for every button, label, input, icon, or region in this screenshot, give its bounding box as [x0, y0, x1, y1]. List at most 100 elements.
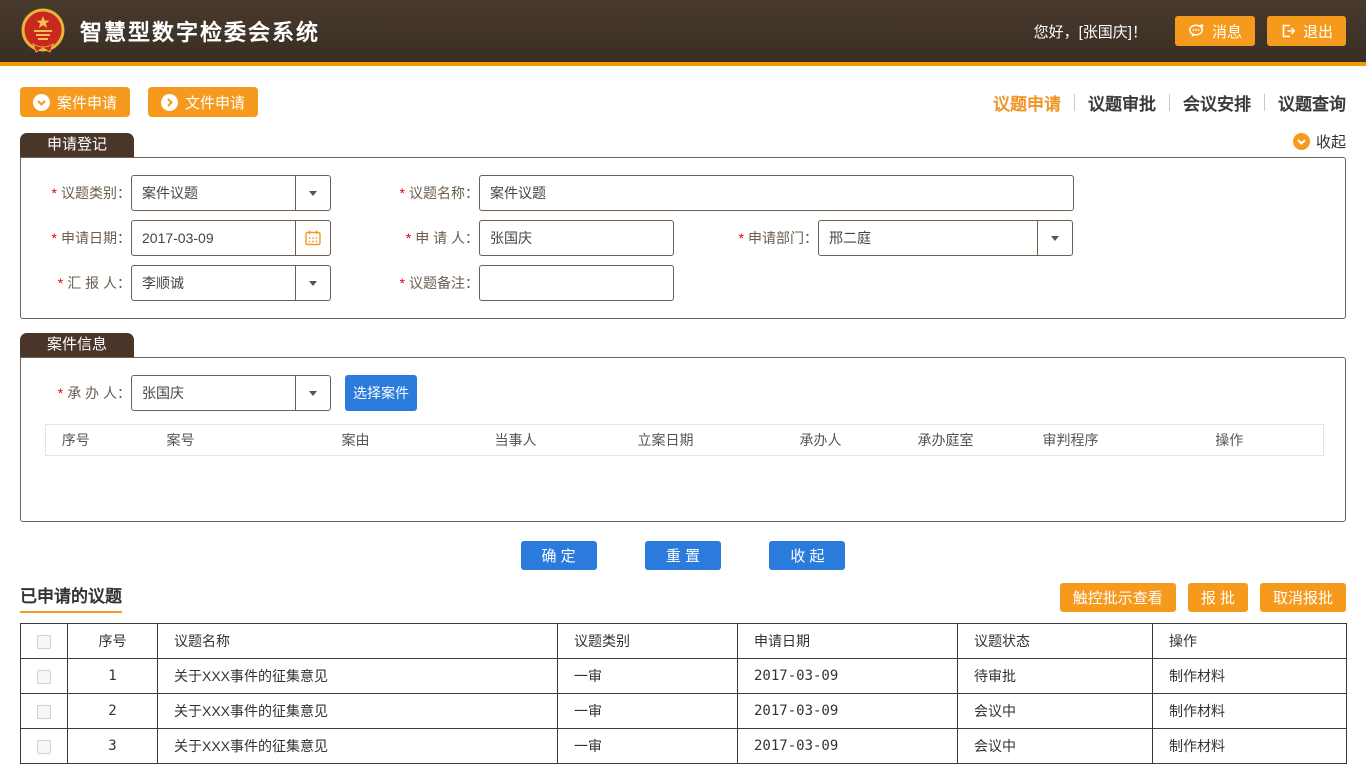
status-cell: 会议中 [958, 694, 1153, 729]
apply-dept-select[interactable]: 邢二庭 [818, 220, 1073, 256]
chat-bubble-icon [1188, 23, 1205, 39]
col-topic-type: 议题类别 [558, 624, 738, 659]
case-col-procedure: 审判程序 [1006, 425, 1136, 456]
logout-button[interactable]: 退出 [1267, 16, 1346, 46]
submit-approval-button[interactable]: 报 批 [1188, 583, 1248, 612]
case-col-actions: 操作 [1136, 425, 1324, 456]
app-header: 智慧型数字检委会系统 您好，[张国庆]！ 消息 退出 [0, 0, 1366, 66]
topic-type-cell: 一审 [558, 729, 738, 764]
apply-date-cell: 2017-03-09 [738, 659, 958, 694]
required-asterisk: * [58, 275, 63, 291]
chevron-right-circle-icon [161, 94, 178, 111]
row-checkbox[interactable] [37, 740, 51, 754]
file-apply-button[interactable]: 文件申请 [148, 87, 258, 117]
topic-type-label: *议题类别： [21, 183, 131, 203]
message-button-label: 消息 [1212, 21, 1242, 42]
case-col-cause: 案由 [256, 425, 456, 456]
panel-collapse-link[interactable]: 收起 [1293, 131, 1346, 152]
logout-button-label: 退出 [1303, 21, 1333, 42]
applied-title: 已申请的议题 [20, 582, 122, 613]
dropdown-arrow-icon[interactable] [1037, 221, 1072, 255]
collapse-button[interactable]: 收 起 [769, 541, 845, 570]
col-actions: 操作 [1153, 624, 1347, 659]
applicant-input[interactable] [479, 220, 674, 256]
national-emblem-icon [20, 8, 66, 54]
collapse-chevron-icon [1293, 133, 1310, 150]
reporter-select[interactable]: 李顺诚 [131, 265, 331, 301]
topic-note-input[interactable] [479, 265, 674, 301]
status-cell: 会议中 [958, 729, 1153, 764]
checkbox-cell [21, 659, 68, 694]
case-apply-button[interactable]: 案件申请 [20, 87, 130, 117]
cancel-approval-button[interactable]: 取消报批 [1260, 583, 1346, 612]
topic-type-select[interactable]: 案件议题 [131, 175, 331, 211]
message-button[interactable]: 消息 [1175, 16, 1255, 46]
required-asterisk: * [58, 385, 63, 401]
case-apply-label: 案件申请 [57, 92, 117, 113]
applied-section-header: 已申请的议题 触控批示查看 报 批 取消报批 [0, 582, 1366, 613]
row-checkbox[interactable] [37, 670, 51, 684]
nav-separator [1074, 94, 1075, 111]
col-apply-date: 申请日期 [738, 624, 958, 659]
case-table-empty-area [21, 456, 1345, 504]
nav-topic-query[interactable]: 议题查询 [1278, 90, 1346, 115]
reporter-label: *汇 报 人： [21, 273, 131, 293]
topic-type-cell: 一审 [558, 659, 738, 694]
reporter-value: 李顺诚 [132, 266, 295, 300]
nav-separator [1264, 94, 1265, 111]
collapse-label: 收起 [1316, 131, 1346, 152]
chevron-down-circle-icon [33, 94, 50, 111]
table-row: 1 关于XXX事件的征集意见 一审 2017-03-09 待审批 制作材料 [21, 659, 1347, 694]
top-nav: 议题申请 议题审批 会议安排 议题查询 [993, 90, 1346, 115]
row-checkbox[interactable] [37, 705, 51, 719]
seq-cell: 3 [68, 729, 158, 764]
case-col-party: 当事人 [456, 425, 576, 456]
undertaker-select[interactable]: 张国庆 [131, 375, 331, 411]
user-greeting: 您好，[张国庆]！ [1034, 21, 1147, 42]
dropdown-arrow-icon[interactable] [295, 176, 330, 210]
seq-cell: 1 [68, 659, 158, 694]
applied-topics-table: 序号 议题名称 议题类别 申请日期 议题状态 操作 1 关于XXX事件的征集意见… [20, 623, 1347, 764]
checkbox-cell [21, 694, 68, 729]
select-all-checkbox[interactable] [37, 635, 51, 649]
col-seq: 序号 [68, 624, 158, 659]
required-asterisk: * [739, 230, 744, 246]
file-apply-label: 文件申请 [185, 92, 245, 113]
topic-name-cell: 关于XXX事件的征集意见 [158, 694, 558, 729]
undertaker-value: 张国庆 [132, 376, 295, 410]
topic-name-input[interactable] [479, 175, 1074, 211]
case-col-filing-date: 立案日期 [576, 425, 756, 456]
reset-button[interactable]: 重 置 [645, 541, 721, 570]
apply-date-field[interactable]: 2017-03-09 [131, 220, 331, 256]
required-asterisk: * [400, 185, 405, 201]
dropdown-arrow-icon[interactable] [295, 376, 330, 410]
make-material-link[interactable]: 制作材料 [1153, 729, 1347, 764]
required-asterisk: * [400, 275, 405, 291]
make-material-link[interactable]: 制作材料 [1153, 694, 1347, 729]
make-material-link[interactable]: 制作材料 [1153, 659, 1347, 694]
register-tab: 申请登记 [20, 133, 134, 157]
case-col-undertaker: 承办人 [756, 425, 886, 456]
touch-review-button[interactable]: 触控批示查看 [1060, 583, 1176, 612]
apply-date-cell: 2017-03-09 [738, 694, 958, 729]
topic-name-label: *议题名称： [369, 183, 479, 203]
nav-topic-apply[interactable]: 议题申请 [993, 90, 1061, 115]
apply-date-value: 2017-03-09 [132, 221, 295, 255]
applied-table-header-row: 序号 议题名称 议题类别 申请日期 议题状态 操作 [21, 624, 1347, 659]
confirm-button[interactable]: 确 定 [521, 541, 597, 570]
case-table: 序号 案号 案由 当事人 立案日期 承办人 承办庭室 审判程序 操作 [45, 424, 1324, 456]
logout-icon [1280, 23, 1296, 39]
form-actions: 确 定 重 置 收 起 [0, 541, 1366, 570]
required-asterisk: * [52, 230, 57, 246]
topic-type-cell: 一审 [558, 694, 738, 729]
case-col-number: 案号 [106, 425, 256, 456]
select-case-button[interactable]: 选择案件 [345, 375, 417, 411]
calendar-icon[interactable] [295, 221, 330, 255]
topic-name-cell: 关于XXX事件的征集意见 [158, 729, 558, 764]
required-asterisk: * [52, 185, 57, 201]
nav-meeting-arrange[interactable]: 会议安排 [1183, 90, 1251, 115]
dropdown-arrow-icon[interactable] [295, 266, 330, 300]
nav-topic-approve[interactable]: 议题审批 [1088, 90, 1156, 115]
required-asterisk: * [406, 230, 411, 246]
topic-name-cell: 关于XXX事件的征集意见 [158, 659, 558, 694]
